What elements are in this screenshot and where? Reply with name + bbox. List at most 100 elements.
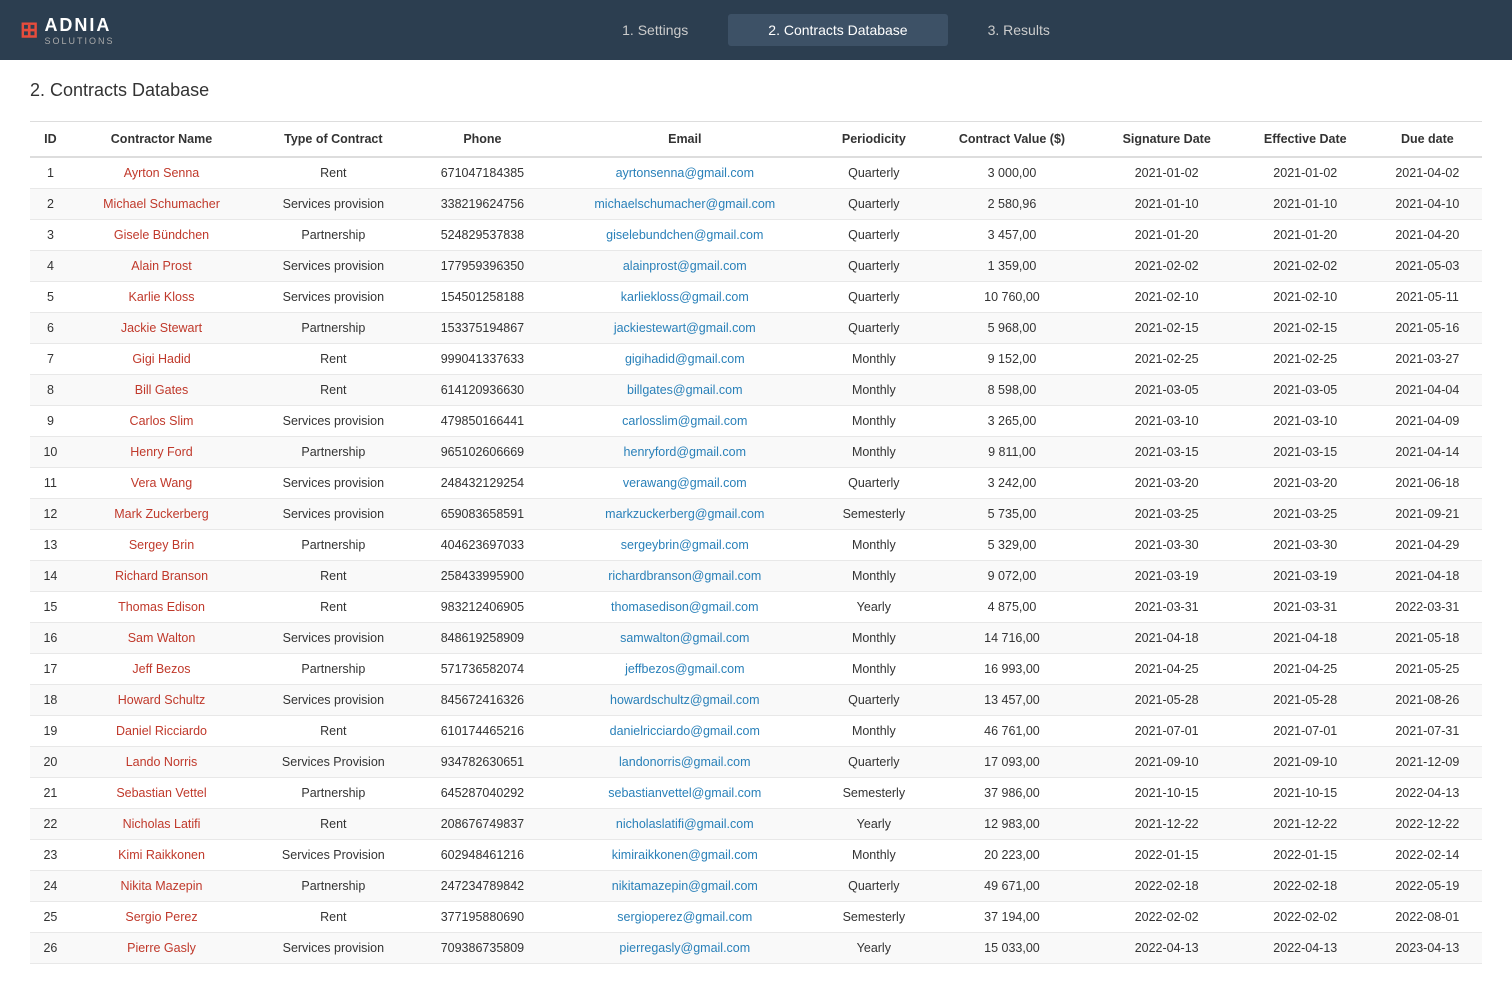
table-cell: 208676749837 [415, 809, 551, 840]
table-cell: 2021-01-10 [1095, 189, 1237, 220]
column-header: ID [30, 122, 71, 158]
table-cell: 4 875,00 [928, 592, 1095, 623]
contractor-name: Bill Gates [71, 375, 252, 406]
table-cell: 5 735,00 [928, 499, 1095, 530]
email-cell: carlosslim@gmail.com [550, 406, 819, 437]
table-cell: 2021-09-10 [1238, 747, 1373, 778]
table-cell: 2021-08-26 [1373, 685, 1482, 716]
email-cell: sebastianvettel@gmail.com [550, 778, 819, 809]
contractor-name: Jeff Bezos [71, 654, 252, 685]
email-cell: danielricciardo@gmail.com [550, 716, 819, 747]
table-cell: 2022-05-19 [1373, 871, 1482, 902]
table-cell: 2022-02-02 [1238, 902, 1373, 933]
contractor-name: Henry Ford [71, 437, 252, 468]
email-cell: ayrtonsenna@gmail.com [550, 157, 819, 189]
table-cell: 2021-03-31 [1238, 592, 1373, 623]
table-cell: 2021-05-11 [1373, 282, 1482, 313]
tab-settings[interactable]: 1. Settings [582, 14, 728, 46]
table-cell: 2022-02-18 [1095, 871, 1237, 902]
table-cell: Partnership [252, 654, 414, 685]
table-row: 11Vera WangServices provision24843212925… [30, 468, 1482, 499]
table-cell: Monthly [819, 716, 928, 747]
table-cell: 49 671,00 [928, 871, 1095, 902]
table-cell: 2021-01-02 [1238, 157, 1373, 189]
table-cell: 2022-02-02 [1095, 902, 1237, 933]
table-cell: 2021-04-09 [1373, 406, 1482, 437]
table-cell: 845672416326 [415, 685, 551, 716]
table-row: 20Lando NorrisServices Provision93478263… [30, 747, 1482, 778]
table-cell: 19 [30, 716, 71, 747]
table-cell: Services provision [252, 189, 414, 220]
contractor-name: Daniel Ricciardo [71, 716, 252, 747]
column-header: Effective Date [1238, 122, 1373, 158]
table-cell: Quarterly [819, 220, 928, 251]
table-cell: 12 983,00 [928, 809, 1095, 840]
table-cell: 248432129254 [415, 468, 551, 499]
table-row: 10Henry FordPartnership965102606669henry… [30, 437, 1482, 468]
table-cell: Monthly [819, 344, 928, 375]
table-row: 26Pierre GaslyServices provision70938673… [30, 933, 1482, 964]
tab-results[interactable]: 3. Results [948, 14, 1090, 46]
table-cell: 7 [30, 344, 71, 375]
email-cell: richardbranson@gmail.com [550, 561, 819, 592]
table-cell: 2021-03-27 [1373, 344, 1482, 375]
table-cell: 965102606669 [415, 437, 551, 468]
contractor-name: Sergio Perez [71, 902, 252, 933]
table-cell: 24 [30, 871, 71, 902]
table-cell: 2021-05-16 [1373, 313, 1482, 344]
email-cell: landonorris@gmail.com [550, 747, 819, 778]
column-header: Due date [1373, 122, 1482, 158]
nav-tabs: 1. Settings 2. Contracts Database 3. Res… [180, 14, 1492, 46]
tab-contracts[interactable]: 2. Contracts Database [728, 14, 947, 46]
table-cell: 2021-02-25 [1238, 344, 1373, 375]
table-row: 17Jeff BezosPartnership571736582074jeffb… [30, 654, 1482, 685]
table-cell: 15 033,00 [928, 933, 1095, 964]
table-cell: 2021-01-10 [1238, 189, 1373, 220]
table-cell: 20 [30, 747, 71, 778]
column-header: Contractor Name [71, 122, 252, 158]
contractor-name: Ayrton Senna [71, 157, 252, 189]
table-cell: Monthly [819, 406, 928, 437]
table-cell: 2021-05-03 [1373, 251, 1482, 282]
table-cell: 645287040292 [415, 778, 551, 809]
table-row: 9Carlos SlimServices provision4798501664… [30, 406, 1482, 437]
email-cell: pierregasly@gmail.com [550, 933, 819, 964]
table-cell: Services provision [252, 282, 414, 313]
table-cell: 2021-03-10 [1095, 406, 1237, 437]
contracts-table: IDContractor NameType of ContractPhoneEm… [30, 121, 1482, 964]
table-cell: 5 968,00 [928, 313, 1095, 344]
table-cell: 2021-03-25 [1238, 499, 1373, 530]
app-header: ⊞ ADNIA SOLUTIONS 1. Settings 2. Contrac… [0, 0, 1512, 60]
table-cell: 2021-05-28 [1238, 685, 1373, 716]
email-cell: thomasedison@gmail.com [550, 592, 819, 623]
table-row: 1Ayrton SennaRent671047184385ayrtonsenna… [30, 157, 1482, 189]
table-cell: 2021-03-30 [1095, 530, 1237, 561]
table-row: 12Mark ZuckerbergServices provision65908… [30, 499, 1482, 530]
table-cell: 2021-04-18 [1238, 623, 1373, 654]
table-row: 24Nikita MazepinPartnership247234789842n… [30, 871, 1482, 902]
table-cell: 2021-02-15 [1238, 313, 1373, 344]
table-cell: 2021-09-10 [1095, 747, 1237, 778]
table-cell: Monthly [819, 530, 928, 561]
table-row: 19Daniel RicciardoRent610174465216daniel… [30, 716, 1482, 747]
page-content: 2. Contracts Database IDContractor NameT… [0, 60, 1512, 984]
table-cell: 934782630651 [415, 747, 551, 778]
table-cell: 983212406905 [415, 592, 551, 623]
email-cell: michaelschumacher@gmail.com [550, 189, 819, 220]
table-cell: Services provision [252, 499, 414, 530]
table-cell: Partnership [252, 437, 414, 468]
table-cell: Monthly [819, 623, 928, 654]
table-cell: 2 580,96 [928, 189, 1095, 220]
table-cell: 2022-04-13 [1238, 933, 1373, 964]
table-cell: Services Provision [252, 840, 414, 871]
email-cell: samwalton@gmail.com [550, 623, 819, 654]
logo-icon: ⊞ [20, 17, 36, 43]
table-cell: Monthly [819, 840, 928, 871]
table-cell: 3 265,00 [928, 406, 1095, 437]
table-cell: Rent [252, 561, 414, 592]
table-row: 25Sergio PerezRent377195880690sergiopere… [30, 902, 1482, 933]
table-cell: Yearly [819, 933, 928, 964]
table-cell: 2021-03-15 [1238, 437, 1373, 468]
table-cell: 999041337633 [415, 344, 551, 375]
column-header: Signature Date [1095, 122, 1237, 158]
